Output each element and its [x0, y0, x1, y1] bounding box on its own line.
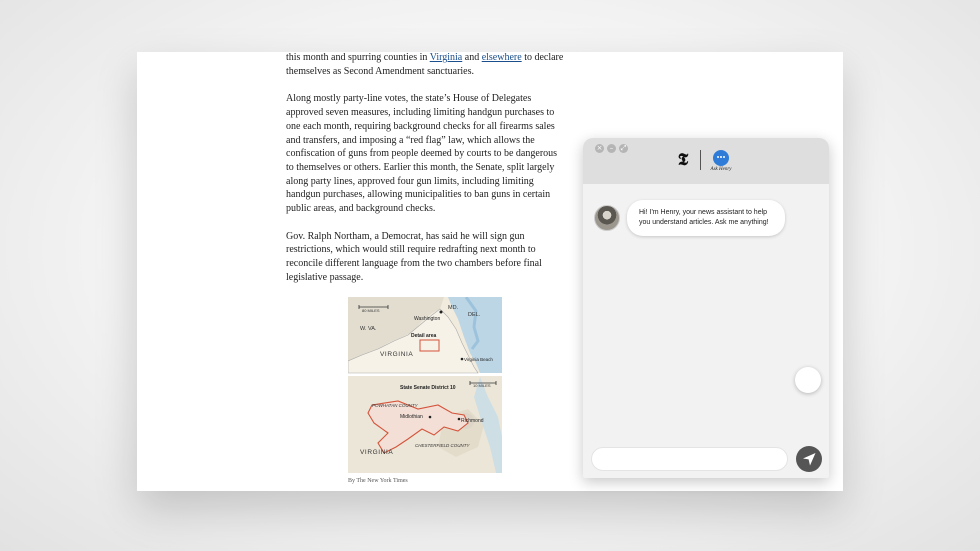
scroll-down-button[interactable]	[795, 367, 821, 393]
map-label-wva: W. VA.	[360, 326, 377, 332]
article-paragraph-2: Along mostly party-line votes, the state…	[286, 93, 558, 215]
chat-input[interactable]	[591, 447, 788, 471]
map-label-powhatan: POWHATAN COUNTY	[372, 403, 419, 408]
send-button[interactable]	[796, 446, 822, 472]
bot-message-line-1: Hi! I'm Henry, your news assistant to he…	[639, 209, 768, 216]
map-scale-top: 80 MILES	[362, 308, 380, 313]
map-label-del: DEL.	[468, 312, 481, 318]
bot-message: Hi! I'm Henry, your news assistant to he…	[627, 200, 785, 236]
map-label-virginia-beach: Virginia Beach	[464, 357, 493, 362]
map-scale-bottom: 10 MILES	[473, 383, 491, 388]
bot-name: Ask Henry	[710, 167, 732, 172]
virginia-map: 80 MILES MD. DEL. W. VA. Washington Deta…	[348, 297, 502, 473]
article-paragraph-3: Gov. Ralph Northam, a Democrat, has said…	[286, 230, 542, 283]
map-figure: 80 MILES MD. DEL. W. VA. Washington Deta…	[348, 297, 502, 484]
map-label-virginia-bottom: VIRGINIA	[360, 449, 393, 456]
map-label-richmond: Richmond	[461, 418, 484, 424]
chat-header: × – ⤢ 𝕿 Ask Henry	[583, 138, 829, 184]
minimize-icon[interactable]: –	[607, 144, 616, 153]
henry-chat-icon	[713, 150, 729, 166]
map-label-md: MD.	[448, 305, 459, 311]
bot-message-line-2: you understand articles. Ask me anything…	[639, 218, 769, 226]
chat-widget: × – ⤢ 𝕿 Ask Henry Hi! I'm Henry, your ne…	[583, 138, 829, 478]
header-divider	[700, 150, 701, 170]
map-label-detail-area: Detail area	[411, 333, 437, 339]
paragraph-text: this month and spurring counties in	[286, 52, 430, 63]
map-label-virginia-top: VIRGINIA	[380, 351, 413, 358]
map-label-district: State Senate District 10	[400, 385, 456, 391]
map-label-washington: Washington	[414, 316, 440, 322]
nyt-logo-icon: 𝕿	[677, 150, 689, 170]
expand-icon[interactable]: ⤢	[619, 144, 628, 153]
article-body: this month and spurring counties in Virg…	[286, 52, 564, 285]
paragraph-text: and	[462, 52, 482, 63]
virginia-link[interactable]: Virginia	[430, 52, 463, 63]
send-icon	[803, 453, 816, 466]
elsewhere-link[interactable]: elsewhere	[482, 52, 522, 63]
close-icon[interactable]: ×	[595, 144, 604, 153]
map-label-chesterfield: CHESTERFIELD COUNTY	[415, 443, 471, 448]
map-caption: By The New York Times	[348, 478, 408, 484]
henry-avatar	[594, 205, 620, 231]
map-label-midlothian: Midlothian	[400, 414, 423, 420]
article-paragraph-1: this month and spurring counties in Virg…	[286, 52, 564, 78]
